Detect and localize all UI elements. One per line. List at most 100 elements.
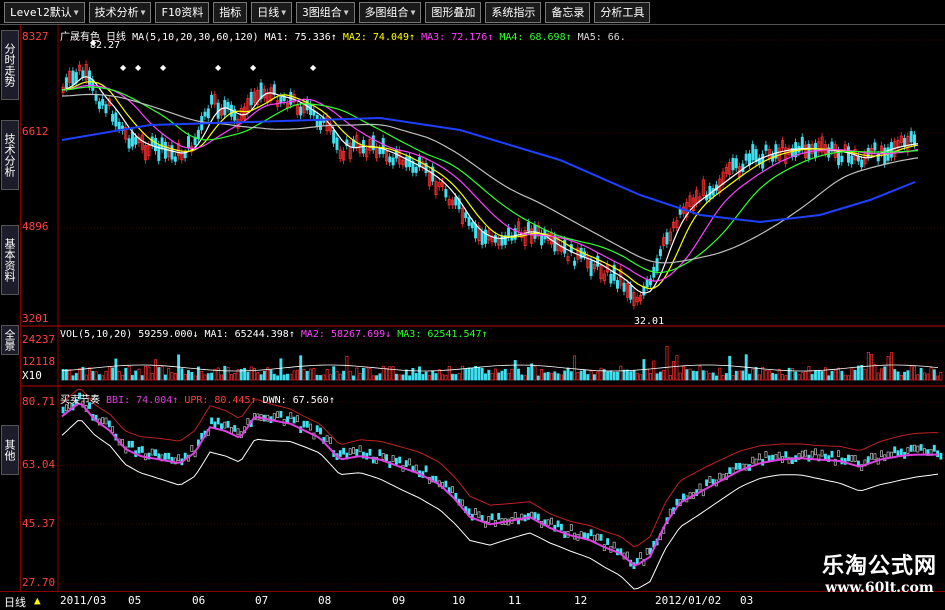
indicator-bar [847,454,850,462]
candle-body [751,144,755,161]
volume-bar [121,374,124,381]
date-tick-label: 12 [574,594,588,607]
volume-bar [256,371,260,381]
indicator-bar [873,453,877,461]
toolbar-button-label: 分析工具 [600,5,645,19]
volume-bar [213,368,217,381]
indicator-bar [592,534,596,542]
volume-bar [295,369,299,381]
volume-bar [220,374,223,381]
dropdown-triangle-icon: ▼ [73,7,79,17]
side-tab[interactable]: 全景 [1,325,19,355]
stock-chart[interactable]: ◆◆ ◆ ◆ ◆ ◆ ◆ [0,0,945,591]
toolbar-button[interactable]: 系统指示 [485,1,542,23]
toolbar-button[interactable]: 图形叠加 [425,1,482,23]
toolbar-button[interactable]: Level2默认 ▼ [4,1,85,23]
volume-bar [183,374,187,381]
toolbar-button[interactable]: 日线 ▼ [251,1,293,23]
volume-bar [599,367,603,381]
indicator-bar [596,533,600,541]
volume-info-line: VOL(5,10,20) 59259.000↓ MA1: 65244.398↑ … [60,329,488,340]
volume-bar [668,375,672,381]
indicator-bar [305,420,309,428]
volume-bar [487,369,491,381]
volume-bar [365,367,369,381]
candle-body [173,156,177,162]
volume-bar [401,374,405,381]
volume-bar [104,370,108,381]
indicator-bar [906,447,910,454]
volume-bar [556,373,560,381]
toolbar-button[interactable]: 3图组合 ▼ [296,1,355,23]
toolbar-button[interactable]: 技术分析 ▼ [88,1,152,23]
volume-bar [497,372,501,381]
indicator-bar [279,410,283,418]
top-toolbar: Level2默认 ▼ 技术分析 ▼ F10资料 指标 日线 ▼ 3图组合 ▼ 多图组合 ▼ 图形叠加 系统… [0,0,945,25]
indicator-bar [810,450,814,458]
volume-bar [210,372,214,381]
volume-bar [833,369,837,381]
indicator-bar [61,406,65,414]
volume-bar [282,374,286,381]
indicator-bar [391,455,395,462]
volume-bar [748,373,751,381]
toolbar-button[interactable]: 分析工具 [594,1,651,23]
indicator-bar [210,417,214,425]
indicator-bar [213,421,217,429]
indicator-bar [830,450,834,458]
price-axis-label: 4896 [22,220,49,233]
toolbar-button[interactable]: 指标 [213,1,248,23]
volume-bar [682,366,685,381]
candle-body [299,106,303,116]
side-tab[interactable]: 基本资料 [1,225,19,295]
volume-bar [404,369,408,381]
volume-bar [480,367,484,381]
volume-bar [150,373,154,381]
side-tab[interactable]: 分时走势 [1,30,19,100]
date-tick-label: 2012/01/02 [655,594,722,607]
volume-bar [530,363,534,381]
volume-bar [352,375,355,381]
candle-body [507,227,511,238]
volume-bar [411,367,415,381]
side-tab[interactable]: 其他 [1,425,19,475]
volume-bar [332,366,336,381]
volume-bar [68,369,72,381]
price-axis-label: 3201 [22,312,49,325]
indicator-bar [777,451,781,459]
price-axis-label: 8327 [22,30,49,43]
toolbar-button[interactable]: 多图组合 ▼ [358,1,422,23]
candle-body [388,156,392,163]
volume-axis-label: 24237 [22,333,56,346]
toolbar-button[interactable]: 备忘录 [545,1,591,23]
date-axis: 日线 ▲ 2011/03 05 06 07 08 09 10 11 12 2012/01/02 03 [0,591,945,610]
volume-bar [470,367,474,381]
period-triangle-icon[interactable]: ▲ [34,594,41,607]
indicator-bar [533,512,537,519]
toolbar-button[interactable]: F10资料 [155,1,210,23]
volume-bar [926,373,930,381]
candle-body [480,231,484,245]
volume-bar [645,368,649,381]
volume-bar [850,368,854,381]
candle-body [111,114,115,122]
volume-bar [358,373,362,381]
indicator-bar [352,447,355,454]
indicator-axis-label: 80.71 [22,395,56,408]
indicator-bar [342,447,346,455]
volume-value: 59259.000↓ [138,329,199,340]
volume-bar [883,366,887,381]
volume-bar [804,370,808,381]
volume-bar [460,365,464,381]
ma2-value: MA2: 74.049↑ [342,32,416,43]
volume-bar [863,368,867,381]
candle-body [160,137,164,150]
side-tab[interactable]: 技术分析 [1,120,19,190]
period-label[interactable]: 日线 [4,594,26,610]
indicator-bar [639,552,643,559]
candle-body [444,189,448,198]
volume-bar [738,370,742,381]
volume-bar [566,367,570,381]
volume-bar [675,355,679,381]
volume-bar [338,373,342,381]
